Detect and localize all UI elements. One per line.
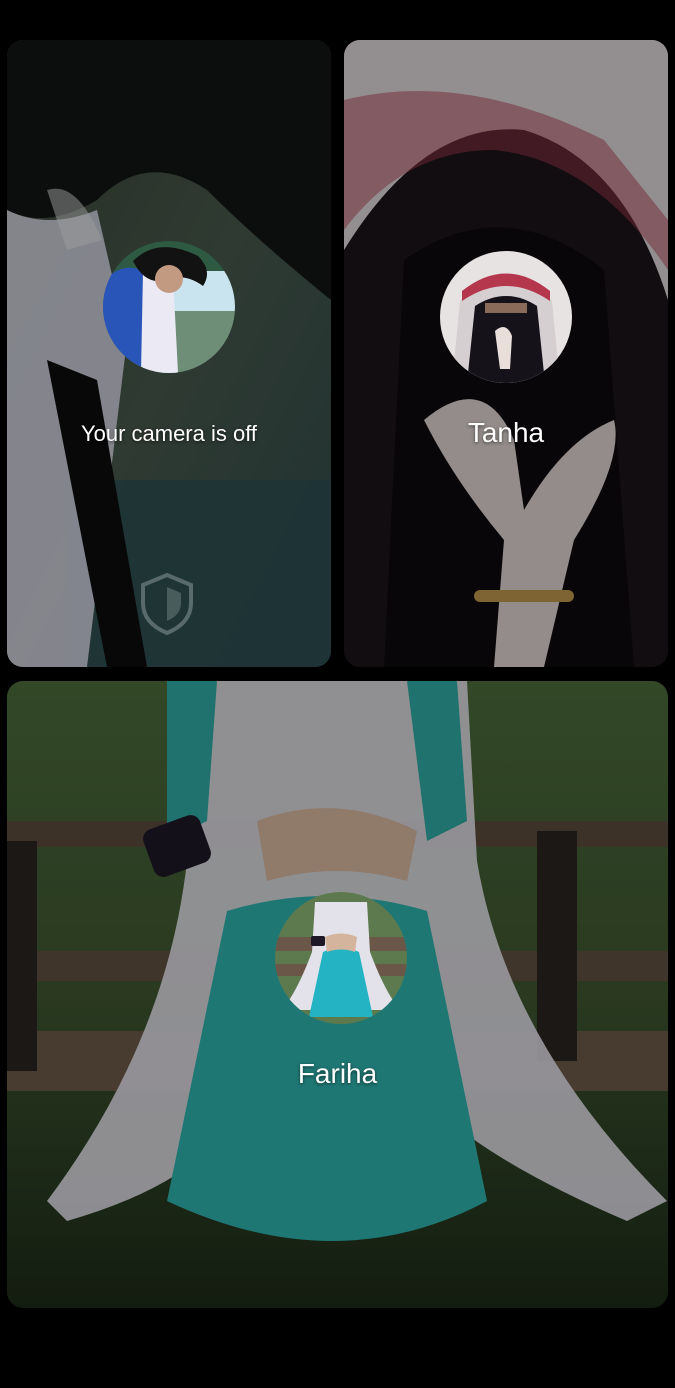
participant-name-fariha: Fariha bbox=[297, 1058, 378, 1089]
shield-icon bbox=[141, 572, 193, 636]
participant-name-tanha: Tanha bbox=[467, 417, 545, 448]
self-avatar bbox=[103, 241, 235, 373]
participant-tile-self[interactable]: Your camera is off bbox=[7, 40, 331, 667]
participant-tile-fariha[interactable]: Fariha bbox=[7, 681, 668, 1308]
fariha-avatar bbox=[275, 892, 407, 1024]
tanha-avatar bbox=[440, 251, 572, 383]
participant-tile-tanha[interactable]: Tanha bbox=[344, 40, 668, 667]
camera-off-label: Your camera is off bbox=[80, 421, 258, 446]
